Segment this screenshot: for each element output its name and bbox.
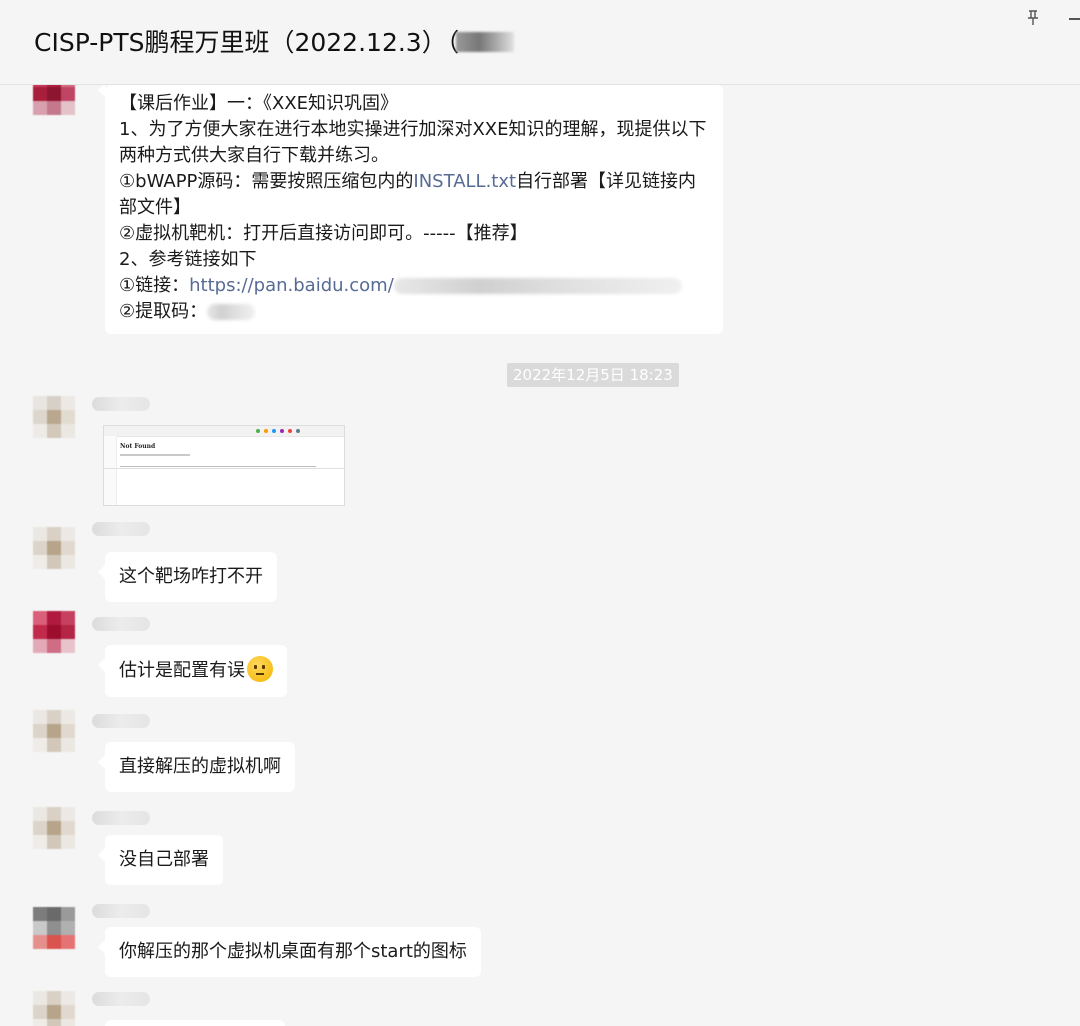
thinking-emoji-icon [247, 656, 273, 682]
avatar[interactable] [33, 907, 75, 949]
redacted-title-part [456, 32, 514, 52]
redacted-link [393, 278, 682, 294]
avatar[interactable] [33, 611, 75, 653]
sender-name [92, 617, 150, 631]
sender-name [92, 522, 150, 536]
assignment-line-3: ①bWAPP源码：需要按照压缩包内的INSTALL.txt自行部署【详见链接内部… [119, 171, 697, 218]
avatar[interactable] [33, 710, 75, 752]
sender-name [92, 811, 150, 825]
baidu-pan-link[interactable]: https://pan.baidu.com/ [189, 275, 394, 296]
redacted-code [207, 304, 256, 320]
chat-message[interactable]: 这个靶场咋打不开 [98, 552, 277, 602]
timestamp: 2022年12月5日 18:23 [507, 363, 679, 387]
avatar[interactable] [33, 527, 75, 569]
assignment-message[interactable]: 【课后作业】一：《XXE知识巩固》 1、为了方便大家在进行本地实操进行加深对XX… [98, 85, 723, 334]
pin-icon[interactable] [1023, 8, 1043, 28]
sender-name [92, 397, 150, 411]
assignment-line-2: 1、为了方便大家在进行本地实操进行加深对XXE知识的理解，现提供以下两种方式供大… [119, 119, 707, 166]
chat-message[interactable]: 直接解压的虚拟机啊 [98, 742, 295, 792]
avatar[interactable] [33, 85, 75, 115]
assignment-line-6: ①链接：https://pan.baidu.com/ [119, 273, 709, 299]
message-list[interactable]: 【课后作业】一：《XXE知识巩固》 1、为了方便大家在进行本地实操进行加深对XX… [0, 85, 1080, 1026]
screenshot-image[interactable]: Not Found [103, 425, 345, 506]
sender-name [92, 992, 150, 1006]
assignment-line-7: ②提取码： [119, 299, 709, 325]
chat-message[interactable]: 你解压的那个虚拟机桌面有那个start的图标 [98, 927, 481, 977]
minimize-icon[interactable] [1069, 18, 1080, 20]
avatar[interactable] [33, 396, 75, 438]
screenshot-heading: Not Found [120, 443, 156, 450]
avatar[interactable] [33, 807, 75, 849]
install-txt-link[interactable]: INSTALL.txt [413, 171, 516, 192]
chat-message[interactable] [105, 1020, 285, 1026]
assignment-line-1: 【课后作业】一：《XXE知识巩固》 [119, 93, 399, 114]
sender-name [92, 714, 150, 728]
chat-message[interactable]: 没自己部署 [98, 835, 223, 885]
assignment-line-5: 2、参考链接如下 [119, 249, 257, 270]
chat-message[interactable]: 估计是配置有误 [98, 645, 287, 697]
sender-name [92, 904, 150, 918]
assignment-line-4: ②虚拟机靶机：打开后直接访问即可。-----【推荐】 [119, 223, 528, 244]
chat-title: CISP-PTS鹏程万里班（2022.12.3）（ [34, 28, 460, 57]
avatar[interactable] [33, 991, 75, 1026]
chat-header: CISP-PTS鹏程万里班（2022.12.3）（ [0, 0, 1080, 85]
